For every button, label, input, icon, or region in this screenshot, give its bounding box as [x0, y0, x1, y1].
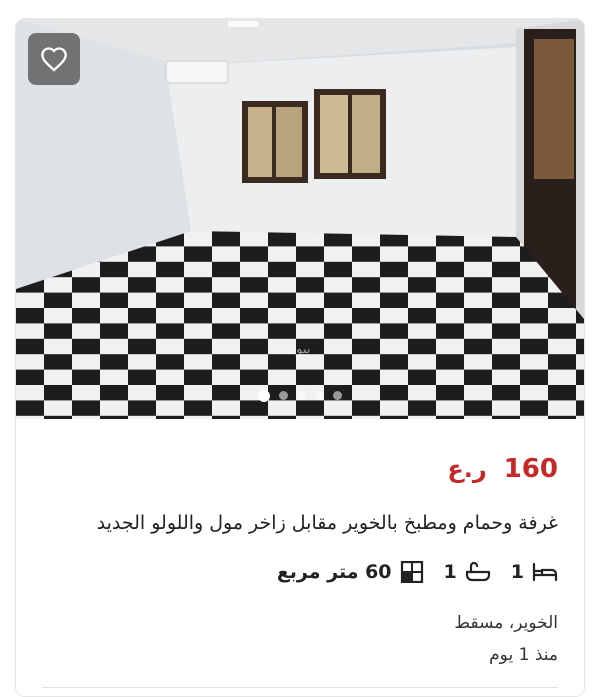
listing-photo[interactable]: بيوت — [16, 19, 584, 419]
room-photo: بيوت — [16, 19, 584, 419]
bed-icon — [532, 562, 558, 582]
image-pagination — [16, 389, 584, 402]
photo-watermark: بيوت — [284, 342, 311, 357]
area-grid-icon — [400, 561, 423, 583]
listing-features: 1 1 60 متر مربع — [257, 558, 558, 586]
listing-location: الخوير، مسقط — [454, 613, 558, 633]
heart-outline-icon — [41, 47, 67, 72]
bathtub-icon — [465, 561, 490, 582]
listing-title[interactable]: غرفة وحمام ومطبخ بالخوير مقابل زاخر مول … — [38, 509, 558, 537]
listing-card[interactable]: بيوت 160 ر.ع غرفة وحمام ومطبخ بالخوير مق… — [15, 18, 585, 697]
feature-bedrooms: 1 — [511, 558, 558, 586]
bedrooms-count: 1 — [510, 561, 524, 583]
pagination-dot-2[interactable] — [279, 391, 288, 400]
bathrooms-count: 1 — [443, 561, 457, 583]
price-value: 160 — [503, 454, 558, 484]
listing-posted-time: منذ 1 يوم — [489, 645, 558, 665]
listing-price: 160 ر.ع — [447, 452, 558, 486]
price-currency: ر.ع — [447, 455, 487, 483]
pagination-dot-5[interactable] — [333, 391, 342, 400]
area-value: 60 متر مربع — [276, 561, 392, 583]
favorite-button[interactable] — [28, 33, 80, 85]
feature-bathrooms: 1 — [444, 558, 491, 586]
feature-area: 60 متر مربع — [277, 558, 424, 586]
pagination-dot-3[interactable] — [297, 391, 306, 400]
pagination-dot-1[interactable] — [258, 389, 270, 402]
pagination-dot-4[interactable] — [315, 391, 324, 400]
card-divider — [42, 687, 558, 688]
